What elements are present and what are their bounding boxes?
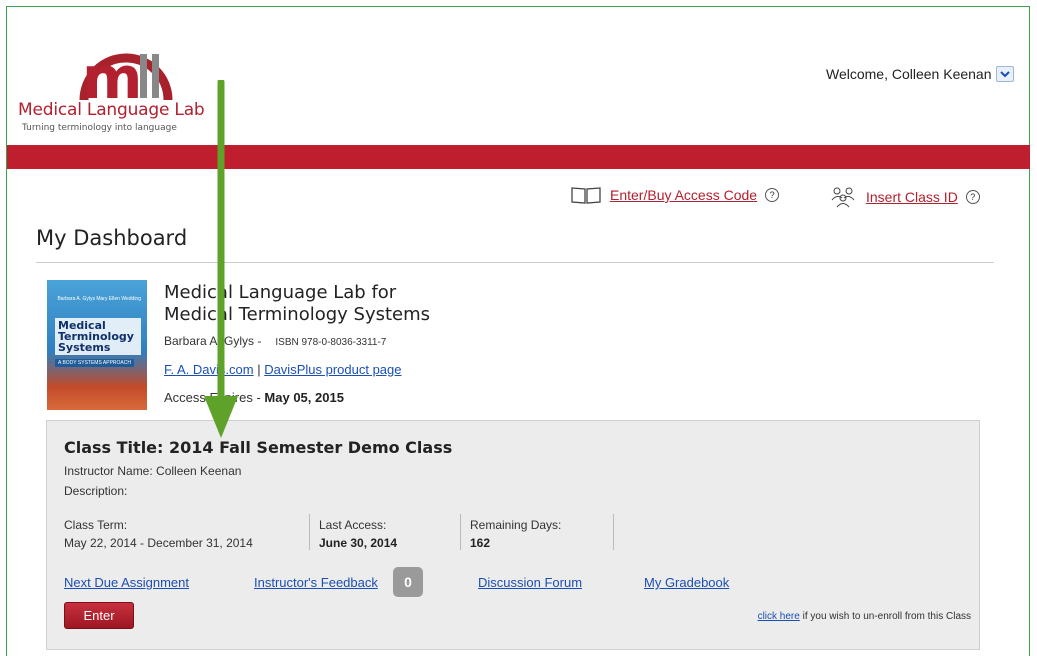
remaining-days-label: Remaining Days: <box>470 518 562 532</box>
last-access-label: Last Access: <box>319 518 387 532</box>
cover-subtitle: A BODY SYSTEMS APPROACH <box>55 359 134 367</box>
instructor-name: Instructor Name: Colleen Keenan <box>64 464 242 478</box>
remaining-days-value: 162 <box>470 536 491 550</box>
davisplus-link[interactable]: DavisPlus product page <box>264 362 401 377</box>
class-title: Class Title: 2014 Fall Semester Demo Cla… <box>64 438 453 457</box>
cover-title: Medical Terminology Systems <box>55 318 141 355</box>
group-icon <box>831 187 855 208</box>
class-term: Class Term: May 22, 2014 - December 31, … <box>64 518 253 550</box>
unenroll-link[interactable]: click here <box>758 611 800 622</box>
product-title-line1: Medical Language Lab for <box>164 282 397 303</box>
chevron-down-icon[interactable] <box>995 66 1014 82</box>
last-access: Last Access: June 30, 2014 <box>319 518 397 550</box>
insert-class-action[interactable]: Insert Class ID ? <box>828 186 980 208</box>
access-expires: Access Expires - May 05, 2015 <box>164 390 344 405</box>
divider <box>613 514 614 550</box>
unenroll-text: if you wish to un-enroll from this Class <box>799 611 971 622</box>
welcome-text: Welcome, Colleen Keenan <box>826 66 992 82</box>
unenroll-note: click here if you wish to un-enroll from… <box>758 611 971 622</box>
svg-text:m: m <box>82 44 142 100</box>
product-title: Medical Language Lab for Medical Termino… <box>164 282 430 326</box>
help-icon[interactable]: ? <box>965 190 980 204</box>
fadavis-link[interactable]: F. A. Davis.com <box>164 362 254 377</box>
cover-authors: Barbara A. Gylys Mary Ellen Wedding <box>57 296 141 302</box>
access-code-link[interactable]: Enter/Buy Access Code <box>610 187 757 203</box>
product-title-line2: Medical Terminology Systems <box>164 304 431 325</box>
class-term-label: Class Term: <box>64 518 128 532</box>
my-gradebook-link[interactable]: My Gradebook <box>644 575 729 590</box>
class-description: Description: <box>64 484 128 498</box>
user-menu[interactable]: Welcome, Colleen Keenan <box>826 66 1014 82</box>
brand-name: Medical Language Lab <box>18 100 205 120</box>
page-title: My Dashboard <box>36 226 188 250</box>
enter-button[interactable]: Enter <box>64 602 134 629</box>
mll-logo-icon: m <box>79 44 173 100</box>
divider <box>460 514 461 550</box>
insert-class-link[interactable]: Insert Class ID <box>866 189 958 205</box>
link-separator: | <box>253 362 265 377</box>
instructor-feedback-link[interactable]: Instructor's Feedback <box>254 575 378 590</box>
book-cover: Barbara A. Gylys Mary Ellen Wedding Medi… <box>47 280 147 410</box>
access-code-action[interactable]: Enter/Buy Access Code ? <box>570 186 780 204</box>
product-isbn: ISBN 978-0-8036-3311-7 <box>275 337 387 348</box>
next-due-assignment-link[interactable]: Next Due Assignment <box>64 575 189 590</box>
expires-date: May 05, 2015 <box>264 390 344 405</box>
divider <box>36 262 994 263</box>
product-meta: Barbara A. Gylys - ISBN 978-0-8036-3311-… <box>164 334 386 348</box>
brand-tagline: Turning terminology into language <box>22 123 177 133</box>
help-icon[interactable]: ? <box>765 188 780 202</box>
last-access-value: June 30, 2014 <box>319 536 398 550</box>
product-links: F. A. Davis.com | DavisPlus product page <box>164 362 402 377</box>
remaining-days: Remaining Days: 162 <box>470 518 561 550</box>
class-panel: Class Title: 2014 Fall Semester Demo Cla… <box>46 420 980 650</box>
divider <box>309 514 310 550</box>
expires-label: Access Expires - <box>164 390 265 405</box>
product-author: Barbara A. Gylys - <box>164 334 262 348</box>
header-bar <box>7 145 1030 169</box>
book-icon <box>571 187 601 204</box>
feedback-count-badge: 0 <box>393 567 423 597</box>
discussion-forum-link[interactable]: Discussion Forum <box>478 575 582 590</box>
class-term-value: May 22, 2014 - December 31, 2014 <box>64 536 253 550</box>
